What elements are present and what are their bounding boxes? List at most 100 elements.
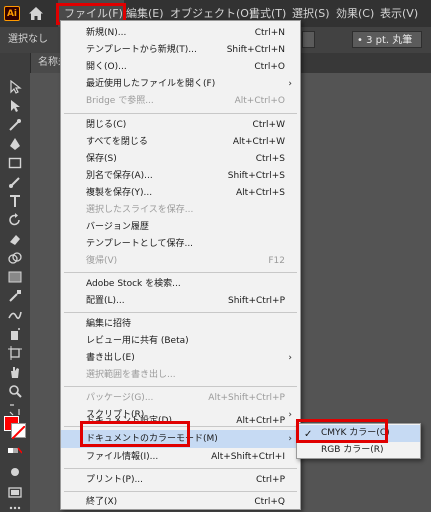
eraser-tool-icon[interactable] [8,232,22,246]
menu-item-save-as[interactable]: 別名で保存(A)... Shift+Ctrl+S [61,167,300,185]
menu-item-open[interactable]: 開く(O)... Ctrl+O [61,58,300,76]
menu-item-file-info[interactable]: ファイル情報(I)... Alt+Shift+Ctrl+I [61,448,300,466]
menu-item-version-history[interactable]: バージョン履歴 [61,218,300,236]
menu-effect[interactable]: 効果(C) [336,0,374,27]
color-mode-buttons-icon[interactable] [8,445,22,459]
zoom-tool-icon[interactable] [8,384,22,398]
swap-colors-icon[interactable] [8,403,22,417]
menu-item-export-selection: 選択範囲を書き出し... [61,366,300,384]
menu-item-shortcut: Ctrl+N [254,28,285,38]
menu-item-shortcut: Ctrl+S [255,154,285,164]
brush-dropdown-value: 3 pt. 丸筆 [366,35,413,46]
more-tools-icon[interactable] [8,505,22,511]
menu-item-invite-to-edit[interactable]: 編集に招待 [61,315,300,333]
menu-item-label: 保存(S) [86,154,117,164]
menu-item-label: 新規(N)... [86,28,127,38]
home-icon[interactable] [27,5,45,22]
menu-item-save-as-template[interactable]: テンプレートとして保存... [61,235,300,253]
menu-item-search-adobe-stock[interactable]: Adobe Stock を検索... [61,275,300,293]
fill-stroke-swatch-icon[interactable] [4,416,26,440]
menu-item-shortcut: Ctrl+W [252,120,285,130]
menu-item-label: 編集に招待 [86,319,132,329]
stroke-profile-dropdown[interactable] [302,31,315,48]
menu-item-shortcut: Alt+Ctrl+O [234,96,285,106]
menu-item-shortcut: Alt+Ctrl+P [236,416,285,426]
menu-item-package: パッケージ(G)... Alt+Shift+Ctrl+P [61,389,300,407]
menu-item-exit[interactable]: 終了(X) Ctrl+Q [61,493,300,511]
menu-item-export[interactable]: 書き出し(E) › [61,349,300,367]
menu-item-share-for-review[interactable]: レビュー用に共有 (Beta) [61,332,300,350]
submenu-item-label: RGB カラー(R) [321,445,384,455]
selection-status: 選択なし [8,34,48,45]
direct-selection-tool-icon[interactable] [8,99,22,113]
menu-item-shortcut: Shift+Ctrl+N [226,45,285,55]
menu-item-shortcut: Alt+Shift+Ctrl+I [211,452,285,462]
menu-separator [64,272,297,273]
menu-item-open-recent[interactable]: 最近使用したファイルを開く(F) › [61,75,300,93]
menu-separator [64,468,297,469]
menu-item-label: バージョン履歴 [86,222,149,232]
submenu-item-cmyk[interactable]: ✓ CMYK カラー(C) [297,425,420,442]
menu-item-close-all[interactable]: すべてを閉じる Alt+Ctrl+W [61,133,300,151]
menu-item-label: 複製を保存(Y)... [86,188,153,198]
dropdown-bullet-icon: • [357,35,367,46]
menu-item-document-setup[interactable]: ドキュメント設定(D)... Alt+Ctrl+P [61,412,300,430]
menu-item-label: 閉じる(C) [86,120,127,130]
menu-item-label: すべてを閉じる [86,137,148,147]
menu-item-revert: 復帰(V) F12 [61,252,300,270]
menu-item-shortcut: Alt+Ctrl+S [236,188,285,198]
menu-item-document-color-mode[interactable]: ドキュメントのカラーモード(M) › [61,430,300,448]
color-mode-submenu: ✓ CMYK カラー(C) RGB カラー(R) [296,423,421,459]
draw-mode-icon[interactable] [8,465,22,479]
pen-tool-icon[interactable] [8,137,22,151]
type-tool-icon[interactable] [8,194,22,208]
menu-item-save[interactable]: 保存(S) Ctrl+S [61,150,300,168]
menu-view[interactable]: 表示(V) [380,0,418,27]
menu-item-shortcut: Ctrl+P [256,475,285,485]
menu-item-label: パッケージ(G)... [86,393,154,403]
menu-item-label: テンプレートとして保存... [86,239,194,249]
gradient-tool-icon[interactable] [8,270,22,284]
menu-item-shortcut: F12 [268,256,285,266]
menu-item-shortcut: Ctrl+Q [254,497,285,507]
shape-builder-icon[interactable] [8,251,22,265]
menu-item-shortcut: Alt+Shift+Ctrl+P [208,393,285,403]
menu-item-print[interactable]: プリント(P)... Ctrl+P [61,471,300,489]
submenu-arrow-icon: › [288,353,292,363]
menu-separator [64,113,297,114]
menu-item-label: 書き出し(E) [86,353,135,363]
rotate-tool-icon[interactable] [8,213,22,227]
tools-panel [0,53,31,512]
menu-item-shortcut: Shift+Ctrl+P [228,296,285,306]
brush-dropdown[interactable]: • 3 pt. 丸筆 [352,31,422,48]
submenu-item-rgb[interactable]: RGB カラー(R) [297,442,420,459]
menu-item-new-from-template[interactable]: テンプレートから新規(T)... Shift+Ctrl+N [61,41,300,59]
rectangle-tool-icon[interactable] [8,156,22,170]
menu-item-save-copy[interactable]: 複製を保存(Y)... Alt+Ctrl+S [61,184,300,202]
menu-item-new[interactable]: 新規(N)... Ctrl+N [61,24,300,42]
menu-item-shortcut: Alt+Ctrl+W [232,137,285,147]
menu-item-close[interactable]: 閉じる(C) Ctrl+W [61,116,300,134]
menu-item-label: 最近使用したファイルを開く(F) [86,79,216,89]
symbol-sprayer-icon[interactable] [8,327,22,341]
hand-tool-icon[interactable] [8,365,22,379]
screen-mode-icon[interactable] [8,485,22,499]
submenu-item-label: CMYK カラー(C) [321,428,390,438]
file-menu-dropdown: 新規(N)... Ctrl+N テンプレートから新規(T)... Shift+Ctr… [60,20,301,510]
menu-item-place[interactable]: 配置(L)... Shift+Ctrl+P [61,292,300,310]
menu-item-label: 終了(X) [86,497,118,507]
menu-separator [64,312,297,313]
blend-tool-icon[interactable] [8,308,22,322]
artboard-tool-icon[interactable] [8,346,22,360]
menu-separator [64,491,297,492]
illustrator-logo: Ai [4,6,20,21]
menu-item-label: Bridge で参照... [86,96,154,106]
menu-item-label: 別名で保存(A)... [86,171,153,181]
menu-item-shortcut: Ctrl+O [254,62,285,72]
menu-separator [64,386,297,387]
magic-wand-icon[interactable] [8,118,22,132]
menu-item-label: ドキュメントのカラーモード(M) [86,434,218,444]
eyedropper-tool-icon[interactable] [8,289,22,303]
paintbrush-tool-icon[interactable] [8,175,22,189]
selection-tool-icon[interactable] [8,80,22,94]
